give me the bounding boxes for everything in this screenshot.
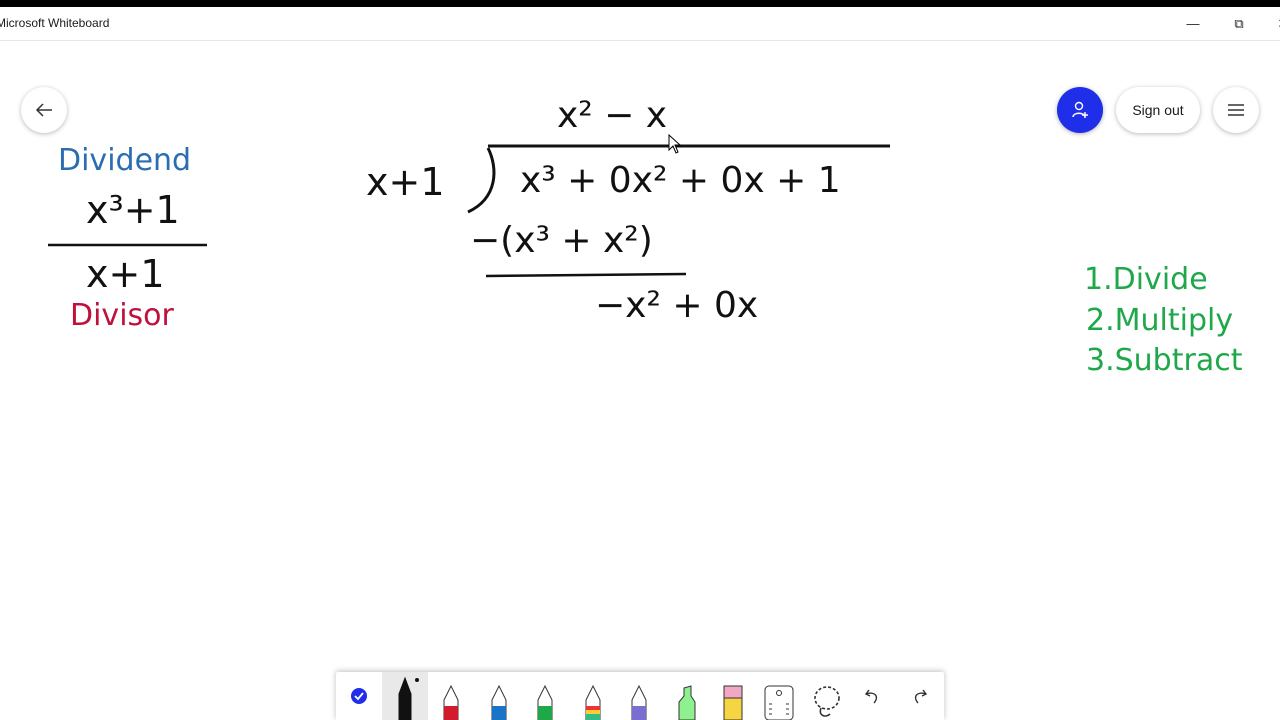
- highlighter-tool[interactable]: [664, 672, 710, 720]
- divisor-label: Divisor: [70, 298, 174, 333]
- redo-icon: [914, 689, 928, 704]
- lasso-icon: [814, 686, 840, 717]
- black-pen-tool[interactable]: [382, 672, 428, 720]
- galaxy-pen-icon: [631, 684, 647, 720]
- step-divide: 1.Divide: [1084, 262, 1208, 297]
- remainder-line: −x² + 0x: [595, 285, 759, 326]
- top-strip: [0, 0, 1280, 7]
- fraction-bar: [48, 243, 207, 247]
- undo-button[interactable]: [850, 672, 896, 720]
- back-arrow-icon: [35, 103, 52, 117]
- ruler-tool[interactable]: [756, 672, 802, 720]
- add-person-icon: [1072, 101, 1088, 118]
- step-multiply: 2.Multiply: [1086, 303, 1234, 338]
- blue-pen-icon: [491, 684, 507, 720]
- dividend-label: Dividend: [58, 143, 192, 178]
- redo-button[interactable]: [896, 672, 942, 720]
- restore-icon[interactable]: ⧉: [1216, 7, 1262, 40]
- green-pen-tool[interactable]: [522, 672, 568, 720]
- subtracted-product: −(x³ + x²): [470, 220, 653, 261]
- mouse-cursor-icon: [668, 134, 682, 154]
- menu-button[interactable]: [1213, 87, 1259, 133]
- divisor-expression: x+1: [86, 252, 165, 296]
- rainbow-pen-tool[interactable]: [570, 672, 616, 720]
- green-pen-icon: [537, 684, 553, 720]
- minimize-icon[interactable]: —: [1170, 7, 1216, 40]
- lasso-tool[interactable]: [804, 672, 850, 720]
- red-pen-icon: [443, 684, 459, 720]
- long-dividend: x³ + 0x² + 0x + 1: [520, 160, 841, 201]
- black-pen-icon: [398, 676, 419, 720]
- quotient: x² − x: [557, 95, 668, 136]
- inking-toolbar: [336, 672, 944, 720]
- checkmark-circle-icon: [351, 688, 367, 704]
- sign-out-button[interactable]: Sign out: [1116, 87, 1200, 133]
- ruler-icon: [764, 685, 794, 720]
- back-button[interactable]: [21, 87, 67, 133]
- undo-icon: [864, 689, 878, 704]
- select-tool[interactable]: [336, 672, 382, 720]
- galaxy-pen-tool[interactable]: [616, 672, 662, 720]
- rainbow-pen-icon: [585, 684, 601, 720]
- long-divisor: x+1: [366, 160, 445, 204]
- app-title: Microsoft Whiteboard: [0, 16, 110, 30]
- step-subtract: 3.Subtract: [1086, 343, 1243, 378]
- red-pen-tool[interactable]: [428, 672, 474, 720]
- dividend-expression: x³+1: [86, 188, 180, 232]
- subtraction-line: [485, 272, 687, 278]
- blue-pen-tool[interactable]: [476, 672, 522, 720]
- eraser-tool[interactable]: [710, 672, 756, 720]
- share-button[interactable]: [1057, 87, 1103, 133]
- title-bar: Microsoft Whiteboard — ⧉ ✕: [0, 7, 1280, 41]
- highlighter-icon: [678, 685, 696, 720]
- eraser-icon: [723, 685, 743, 720]
- hamburger-menu-icon: [1228, 104, 1244, 116]
- close-icon[interactable]: ✕: [1260, 7, 1280, 40]
